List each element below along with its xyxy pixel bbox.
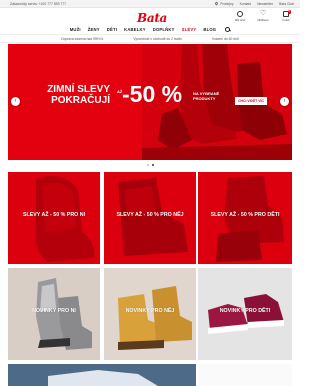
hero-banner[interactable]: ZIMNÍ SLEVY POKRAČUJÍ AŽ -50 % NA VYBRAN…: [8, 44, 292, 160]
tile-label: SLEVY AŽ - 50 % PRO NĚJ: [116, 212, 184, 218]
wishlist-button[interactable]: ♡ Oblíbené: [255, 10, 271, 22]
account-icon: [237, 11, 243, 17]
cart-icon: 0: [283, 10, 291, 17]
cart-button[interactable]: 0 Košík: [278, 10, 294, 22]
cart-label: Košík: [282, 18, 290, 22]
usp-returns: Vrácení do 60 dnů: [211, 36, 239, 41]
usp-free-shipping: Doprava zdarma nad 999 Kč: [61, 36, 104, 41]
usp-pickup: Vyzvednutí v obchodě do 2 hodin: [133, 36, 182, 41]
tile-label: SLEVY AŽ - 50 % PRO DĚTI: [210, 212, 280, 218]
tile-sale-men[interactable]: SLEVY AŽ - 50 % PRO NĚJ: [104, 172, 196, 264]
tile-new-women[interactable]: NOVINKY PRO NI: [8, 268, 100, 360]
nav-item-kabelky[interactable]: KABELKY: [124, 27, 146, 32]
top-utility-bar: Zákaznický servis: +420 777 893 777 Prod…: [0, 0, 300, 8]
nav-item-blog[interactable]: BLOG: [203, 27, 216, 32]
hero-products-label: NA VYBRANÉ PRODUKTY: [193, 91, 220, 101]
newsletter-link[interactable]: Newsletter: [257, 2, 273, 6]
wishlist-label: Oblíbené: [257, 18, 269, 22]
nav-item-zeny[interactable]: ŽENY: [88, 27, 100, 32]
account-button[interactable]: Můj účet: [232, 11, 248, 22]
chevron-right-icon: ›: [283, 98, 286, 104]
tile-label: NOVINKY PRO NĚJ: [125, 308, 175, 314]
stores-link[interactable]: Prodejny: [214, 1, 234, 6]
tile-label: NOVINKY PRO NI: [32, 308, 76, 314]
nav-item-deti[interactable]: DĚTI: [107, 27, 117, 32]
tile-bottom-banner[interactable]: [8, 364, 196, 386]
carousel-dot[interactable]: [146, 164, 149, 166]
bata-club-link[interactable]: Bata Club: [279, 2, 294, 6]
header-icons: Můj účet ♡ Oblíbené 0 Košík: [232, 10, 294, 22]
tile-new-kids[interactable]: NOVINKY PRO DĚTI: [198, 268, 292, 360]
usp-bar: Doprava zdarma nad 999 Kč Vyzvednutí v o…: [0, 34, 300, 43]
hero-title: ZIMNÍ SLEVY POKRAČUJÍ: [47, 84, 110, 106]
location-pin-icon: [214, 1, 219, 6]
carousel-next-button[interactable]: ›: [280, 97, 289, 106]
customer-service-phone: Zákaznický servis: +420 777 893 777: [10, 1, 67, 6]
nav-item-slevy[interactable]: SLEVY: [182, 27, 197, 32]
tile-new-men[interactable]: NOVINKY PRO NĚJ: [104, 268, 196, 360]
hero-cta-button[interactable]: CHCI VIDĚT VÍC: [235, 97, 267, 105]
tile-sale-kids[interactable]: SLEVY AŽ - 50 % PRO DĚTI: [198, 172, 292, 264]
carousel-dot-active[interactable]: [151, 164, 154, 166]
search-icon[interactable]: [225, 26, 231, 32]
utility-links: Prodejny Kontakt Newsletter Bata Club: [214, 1, 294, 6]
cart-count-badge: 0: [287, 10, 291, 14]
chevron-left-icon: ‹: [14, 98, 17, 104]
heart-icon: ♡: [260, 10, 267, 17]
main-navigation: MUŽI ŽENY DĚTI KABELKY DOPLŇKY SLEVY BLO…: [0, 24, 300, 34]
bata-logo[interactable]: Bata: [137, 11, 167, 25]
account-label: Můj účet: [234, 18, 246, 22]
tile-sale-women[interactable]: SLEVY AŽ - 50 % PRO NI: [8, 172, 100, 264]
nav-item-muzi[interactable]: MUŽI: [70, 27, 81, 32]
carousel-prev-button[interactable]: ‹: [11, 97, 20, 106]
hero-discount: -50 %: [122, 81, 183, 107]
carousel-dots: [0, 164, 300, 166]
nav-item-doplnky[interactable]: DOPLŇKY: [153, 27, 175, 32]
tile-label: NOVINKY PRO DĚTI: [219, 308, 271, 314]
tile-label: SLEVY AŽ - 50 % PRO NI: [22, 212, 86, 218]
tile-bottom-right[interactable]: [198, 364, 292, 386]
contact-link[interactable]: Kontakt: [240, 2, 252, 6]
blue-shoe-image: [8, 364, 196, 386]
